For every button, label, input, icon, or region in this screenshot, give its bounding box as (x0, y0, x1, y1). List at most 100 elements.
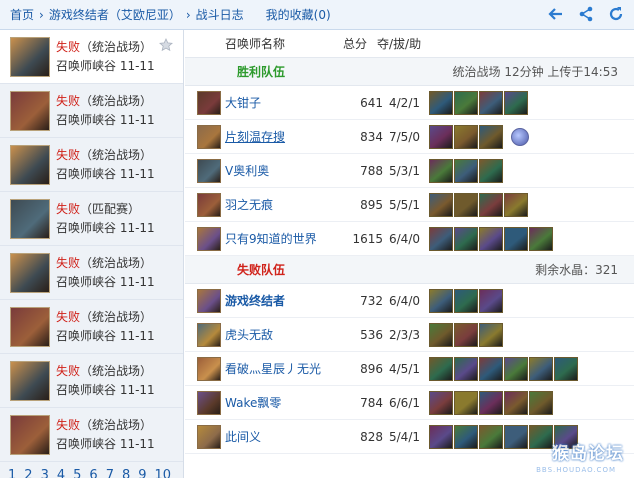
item-icon[interactable] (504, 226, 528, 251)
item-icon[interactable] (454, 158, 478, 183)
back-arrow-icon[interactable] (548, 6, 564, 22)
match-result: 失败 (56, 201, 81, 216)
item-build (429, 226, 553, 251)
player-score: 784 (360, 395, 383, 410)
player-row: 看破灬星辰丿无光 896 4/5/1 (185, 352, 634, 386)
column-header-score: 总分 (343, 37, 368, 51)
page-link[interactable]: 5 (73, 468, 81, 478)
item-icon[interactable] (454, 288, 478, 313)
item-icon[interactable] (429, 390, 453, 415)
champion-avatar (10, 36, 50, 77)
item-icon[interactable] (479, 356, 503, 381)
item-icon[interactable] (429, 90, 453, 115)
item-icon[interactable] (429, 192, 453, 217)
item-icon[interactable] (429, 322, 453, 347)
match-list-item[interactable]: 失败（统治战场） 召唤师峡谷 11-11 (0, 30, 183, 84)
page-link[interactable]: 2 (24, 468, 32, 478)
page-link[interactable]: 9 (138, 468, 146, 478)
page-link[interactable]: 6 (89, 468, 97, 478)
item-icon[interactable] (479, 192, 503, 217)
item-icon[interactable] (479, 124, 503, 149)
item-icon[interactable] (454, 356, 478, 381)
player-name-link[interactable]: 羽之无痕 (225, 196, 343, 213)
player-name-link[interactable]: Wake飘零 (225, 394, 343, 411)
item-build (429, 124, 503, 149)
player-kda: 5/5/1 (389, 197, 420, 212)
item-icon[interactable] (479, 288, 503, 313)
item-icon[interactable] (479, 424, 503, 449)
match-list-item[interactable]: 失败（匹配赛） 召唤师峡谷 11-11 (0, 192, 183, 246)
match-list-item[interactable]: 失败（统治战场） 召唤师峡谷 11-11 (0, 246, 183, 300)
player-name-link[interactable]: 虎头无敌 (225, 326, 343, 343)
page-link[interactable]: 1 (8, 468, 16, 478)
item-icon[interactable] (504, 390, 528, 415)
match-list-item[interactable]: 失败（统治战场） 召唤师峡谷 11-11 (0, 408, 183, 462)
item-icon[interactable] (479, 322, 503, 347)
item-build (429, 322, 503, 347)
share-icon[interactable] (578, 6, 594, 22)
player-name-link[interactable]: 看破灬星辰丿无光 (225, 360, 343, 377)
match-mode: （统治战场） (80, 147, 153, 162)
item-icon[interactable] (454, 124, 478, 149)
player-kda: 5/4/1 (389, 429, 420, 444)
favorites-link[interactable]: 我的收藏(0) (266, 6, 331, 23)
item-icon[interactable] (504, 356, 528, 381)
page-link[interactable]: 7 (106, 468, 114, 478)
favorite-star-icon[interactable] (159, 38, 173, 52)
item-icon[interactable] (454, 424, 478, 449)
item-icon[interactable] (429, 226, 453, 251)
page-link[interactable]: 10 (155, 468, 172, 478)
page-link[interactable]: 4 (57, 468, 65, 478)
player-name-link[interactable]: 大钳子 (225, 94, 343, 111)
match-result: 失败 (56, 93, 81, 108)
item-icon[interactable] (529, 356, 553, 381)
item-icon[interactable] (454, 226, 478, 251)
trinket-icon[interactable] (511, 127, 529, 146)
item-icon[interactable] (429, 356, 453, 381)
item-icon[interactable] (504, 424, 528, 449)
match-list-item[interactable]: 失败（统治战场） 召唤师峡谷 11-11 (0, 300, 183, 354)
match-result: 失败 (56, 309, 81, 324)
item-icon[interactable] (479, 158, 503, 183)
item-icon[interactable] (479, 390, 503, 415)
item-icon[interactable] (429, 288, 453, 313)
player-name-link[interactable]: 只有9知道的世界 (225, 230, 343, 247)
page-link[interactable]: 3 (41, 468, 49, 478)
item-icon[interactable] (454, 192, 478, 217)
player-champion-avatar (197, 424, 221, 449)
item-icon[interactable] (429, 158, 453, 183)
item-icon[interactable] (429, 424, 453, 449)
refresh-icon[interactable] (608, 6, 624, 22)
player-name-link[interactable]: 此间义 (225, 428, 343, 445)
breadcrumb-battle-log[interactable]: 战斗日志 (196, 6, 244, 23)
win-team-label: 胜利队伍 (237, 65, 286, 79)
player-name-link[interactable]: V奥利奥 (225, 162, 343, 179)
lose-team-label: 失败队伍 (237, 263, 286, 277)
page-link[interactable]: 8 (122, 468, 130, 478)
item-icon[interactable] (504, 90, 528, 115)
item-icon[interactable] (529, 390, 553, 415)
player-name-link[interactable]: 游戏终结者 (225, 292, 343, 309)
item-icon[interactable] (554, 356, 578, 381)
match-list-item[interactable]: 失败（统治战场） 召唤师峡谷 11-11 (0, 84, 183, 138)
match-summary: 失败（匹配赛） 召唤师峡谷 11-11 (56, 200, 155, 238)
match-list-item[interactable]: 失败（统治战场） 召唤师峡谷 11-11 (0, 354, 183, 408)
forum-watermark-logo: 猴岛论坛 BBS.HOUDAO.COM (526, 444, 630, 476)
match-mode: （统治战场） (80, 39, 153, 54)
champion-avatar (10, 144, 50, 185)
item-icon[interactable] (529, 226, 553, 251)
item-icon[interactable] (429, 124, 453, 149)
breadcrumb-home[interactable]: 首页 (10, 6, 34, 23)
item-icon[interactable] (504, 192, 528, 217)
player-name-link[interactable]: 片刻温存搜 (225, 128, 343, 145)
item-icon[interactable] (454, 322, 478, 347)
item-icon[interactable] (479, 90, 503, 115)
match-list-item[interactable]: 失败（统治战场） 召唤师峡谷 11-11 (0, 138, 183, 192)
item-icon[interactable] (454, 90, 478, 115)
breadcrumb-game[interactable]: 游戏终结者（艾欧尼亚） (49, 6, 181, 23)
player-score: 788 (360, 163, 383, 178)
item-icon[interactable] (479, 226, 503, 251)
item-icon[interactable] (454, 390, 478, 415)
match-map-date: 召唤师峡谷 11-11 (56, 58, 155, 73)
match-result: 失败 (56, 255, 81, 270)
